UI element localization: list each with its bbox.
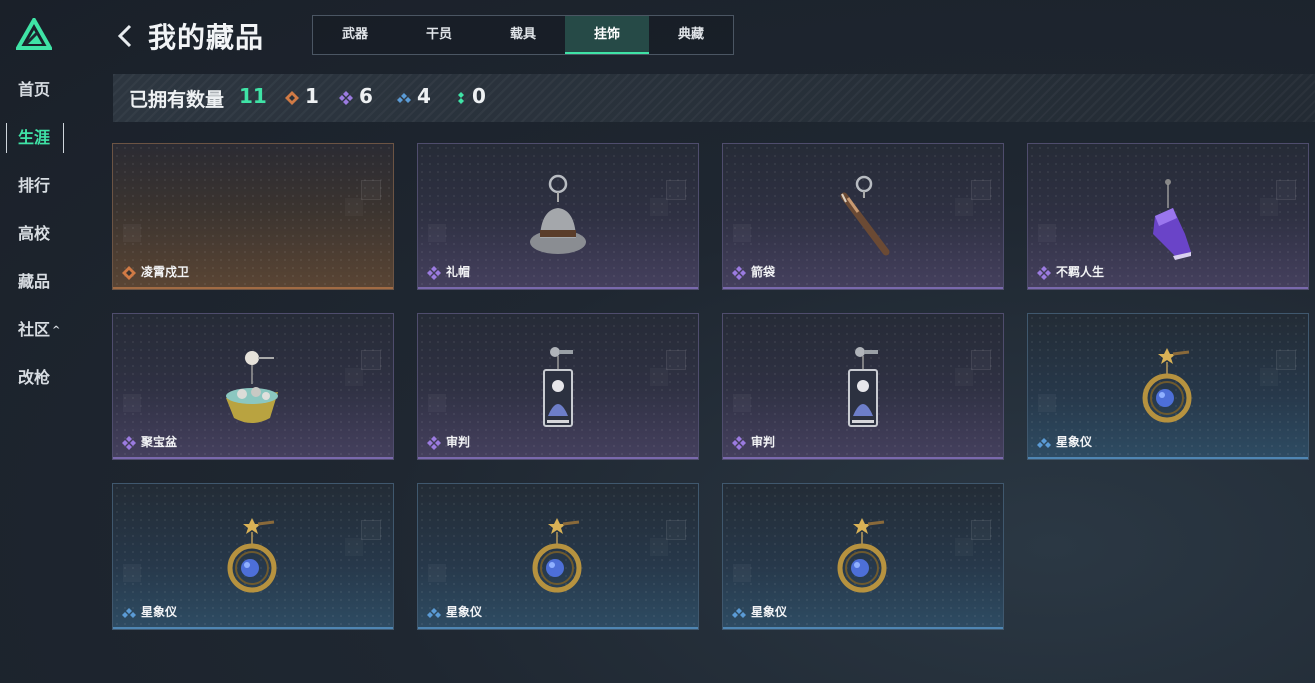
judgement-card-icon <box>848 347 878 427</box>
judgement-card-icon <box>543 347 573 427</box>
collection-card[interactable]: 审判 <box>722 313 1004 460</box>
card-name: 审判 <box>446 435 471 449</box>
treasure-bowl-icon <box>226 351 278 423</box>
orange-rarity-count: 1 <box>285 84 319 108</box>
astrolabe-icon <box>1142 348 1192 423</box>
collection-card[interactable]: 凌霄戍卫 <box>112 143 394 290</box>
purple-count-value: 6 <box>359 84 373 108</box>
purple-rarity-icon <box>732 266 746 280</box>
sidebar-item-community-label: 社区 <box>18 320 51 339</box>
owned-total-count: 11 <box>239 84 267 108</box>
card-name: 凌霄戍卫 <box>141 265 190 279</box>
category-tabs: 武器 干员 载具 挂饰 典藏 <box>312 15 734 55</box>
sidebar-item-career[interactable]: 生涯 <box>18 126 50 150</box>
collection-card[interactable]: 不羁人生 <box>1027 143 1309 290</box>
card-name: 审判 <box>751 435 776 449</box>
orange-rarity-icon <box>285 90 299 105</box>
orange-count-value: 1 <box>305 84 319 108</box>
app-logo[interactable] <box>16 18 52 50</box>
sidebar-item-gunsmith[interactable]: 改枪 <box>18 366 50 390</box>
owned-count-label: 已拥有数量 <box>129 89 225 111</box>
collection-card[interactable]: 聚宝盆 <box>112 313 394 460</box>
sneaker-icon <box>1153 179 1191 260</box>
purple-rarity-count: 6 <box>339 84 373 108</box>
card-name: 星象仪 <box>751 605 788 619</box>
card-name: 星象仪 <box>1056 435 1093 449</box>
hat-icon <box>530 174 586 254</box>
collection-card[interactable]: 星象仪 <box>417 483 699 630</box>
card-name: 星象仪 <box>446 605 483 619</box>
card-name: 不羁人生 <box>1056 265 1105 279</box>
tab-charms[interactable]: 挂饰 <box>565 16 649 54</box>
purple-rarity-icon <box>339 90 353 105</box>
purple-rarity-icon <box>1037 266 1051 280</box>
blue-rarity-icon <box>732 608 746 618</box>
green-rarity-count: 0 <box>456 84 486 108</box>
purple-rarity-icon <box>427 266 441 280</box>
sidebar-item-home[interactable]: 首页 <box>18 78 50 102</box>
green-count-value: 0 <box>472 84 486 108</box>
page-title: 我的藏品 <box>148 21 265 54</box>
card-name: 礼帽 <box>446 265 471 279</box>
blue-rarity-icon <box>397 92 411 103</box>
blue-count-value: 4 <box>417 84 431 108</box>
astrolabe-icon <box>837 518 887 593</box>
collection-card[interactable]: 星象仪 <box>1027 313 1309 460</box>
card-name: 星象仪 <box>141 605 178 619</box>
tab-classics[interactable]: 典藏 <box>649 16 733 54</box>
orange-rarity-icon <box>122 266 136 280</box>
green-rarity-icon <box>458 91 464 104</box>
sidebar-item-ranking[interactable]: 排行 <box>18 174 50 198</box>
astrolabe-icon <box>532 518 582 593</box>
collection-card[interactable]: 审判 <box>417 313 699 460</box>
astrolabe-icon <box>227 518 277 593</box>
chevron-up-icon: ^ <box>52 324 61 336</box>
back-arrow-icon[interactable] <box>116 22 134 50</box>
blue-rarity-icon <box>1037 438 1051 448</box>
purple-rarity-icon <box>732 436 746 450</box>
collection-card[interactable]: 星象仪 <box>722 483 1004 630</box>
sidebar-item-community[interactable]: 社区 ^ <box>18 318 60 342</box>
collection-card[interactable]: 星象仪 <box>112 483 394 630</box>
sidebar: 首页 生涯 排行 高校 藏品 社区 ^ 改枪 <box>0 0 80 683</box>
card-name: 聚宝盆 <box>141 435 178 449</box>
blue-rarity-icon <box>122 608 136 618</box>
blue-rarity-icon <box>427 608 441 618</box>
collection-card[interactable]: 礼帽 <box>417 143 699 290</box>
tab-weapons[interactable]: 武器 <box>313 16 397 54</box>
sidebar-item-university[interactable]: 高校 <box>18 222 50 246</box>
card-name: 箭袋 <box>751 265 776 279</box>
purple-rarity-icon <box>427 436 441 450</box>
quiver-icon <box>840 175 890 256</box>
ownership-stats-bar: 已拥有数量 11 1 6 4 0 <box>113 74 1315 122</box>
purple-rarity-icon <box>122 436 136 450</box>
tab-vehicles[interactable]: 载具 <box>481 16 565 54</box>
tab-operators[interactable]: 干员 <box>397 16 481 54</box>
blue-rarity-count: 4 <box>397 84 431 108</box>
collection-card[interactable]: 箭袋 <box>722 143 1004 290</box>
sidebar-item-collection[interactable]: 藏品 <box>18 270 50 294</box>
